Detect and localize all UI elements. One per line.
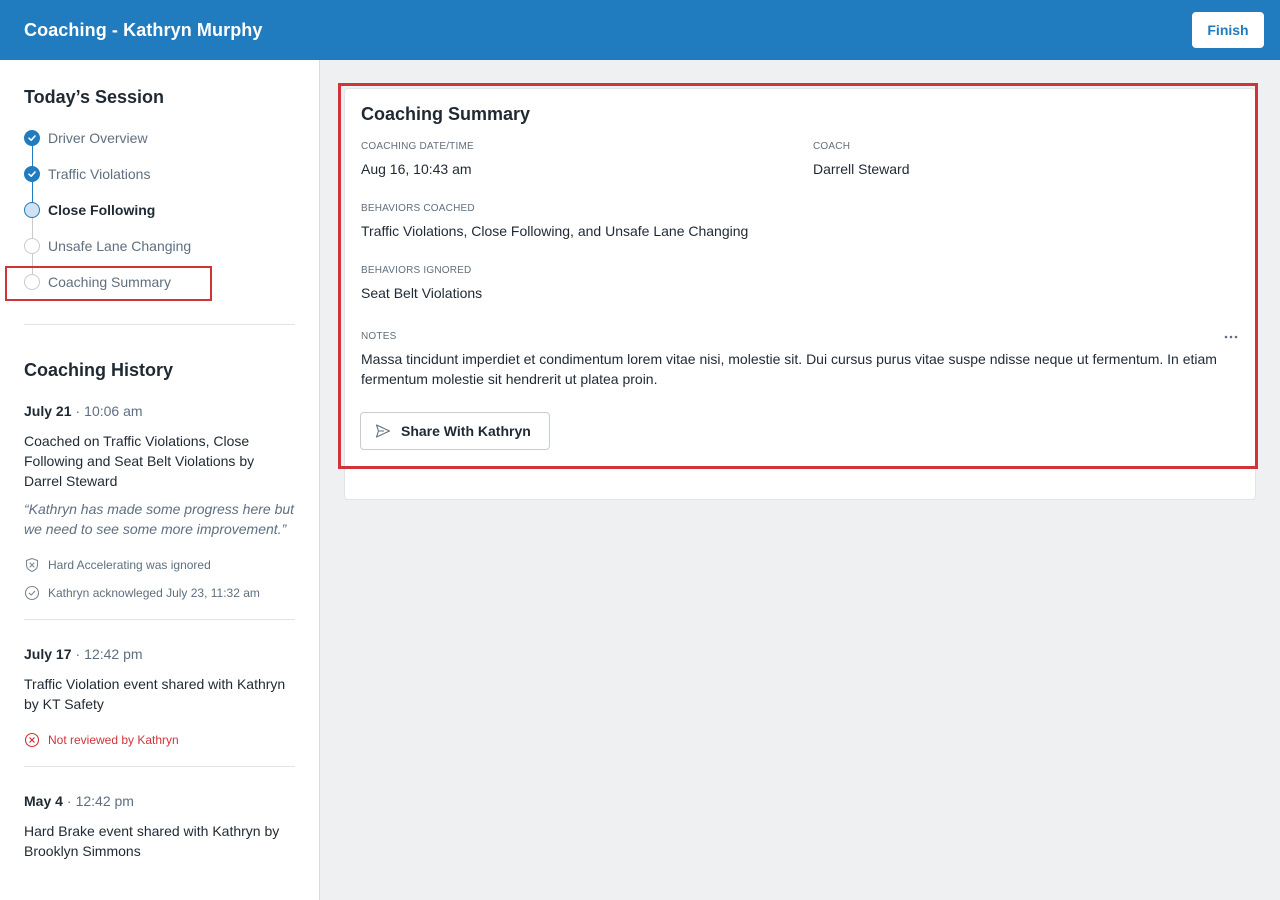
date-label: COACHING DATE/TIME (361, 141, 474, 152)
history-entry: July 21 · 10:06 am Coached on Traffic Viol… (24, 403, 295, 603)
history-text: Traffic Violation event shared with Kath… (24, 676, 286, 712)
step-close-following[interactable]: Close Following (24, 192, 295, 228)
top-bar: Coaching - Kathryn Murphy Finish (0, 0, 1280, 60)
history-title: Coaching History (24, 360, 174, 380)
step-coaching-summary[interactable]: Coaching Summary (24, 264, 295, 300)
more-options-icon[interactable] (1223, 329, 1239, 345)
x-circle-icon (24, 732, 40, 748)
notes-label: NOTES (361, 331, 397, 342)
check-circle-icon (24, 585, 40, 601)
ignored-value: Seat Belt Violations (361, 285, 483, 301)
coach-value: Darrell Steward (813, 161, 910, 177)
date-value: Aug 16, 10:43 am (361, 161, 472, 177)
step-driver-overview[interactable]: Driver Overview (24, 120, 295, 156)
check-icon (24, 166, 40, 182)
summary-title: Coaching Summary (361, 104, 531, 124)
empty-circle-icon (24, 238, 40, 254)
history-meta: Not reviewed by Kathryn (24, 730, 295, 750)
page-title: Coaching - Kathryn Murphy (24, 19, 263, 40)
step-label: Close Following (48, 202, 156, 218)
step-unsafe-lane-changing[interactable]: Unsafe Lane Changing (24, 228, 295, 264)
history-date: May 4 · 12:42 pm (24, 793, 134, 809)
history-entry: July 17 · 12:42 pm Traffic Violation event… (24, 646, 295, 750)
empty-circle-icon (24, 274, 40, 290)
step-label: Coaching Summary (48, 274, 171, 290)
history-date: July 17 · 12:42 pm (24, 646, 143, 662)
summary-card: Coaching Summary COACHING DATE/TIME Aug … (344, 88, 1256, 500)
step-label: Traffic Violations (48, 166, 151, 182)
notes-value: Massa tincidunt imperdiet et condimentum… (361, 351, 1217, 387)
divider (24, 766, 295, 767)
send-icon (375, 424, 391, 438)
divider (24, 324, 295, 325)
main-content: Coaching Summary COACHING DATE/TIME Aug … (320, 60, 1280, 900)
coached-value: Traffic Violations, Close Following, and… (361, 223, 749, 239)
coach-label: COACH (813, 141, 851, 152)
divider (24, 619, 295, 620)
step-traffic-violations[interactable]: Traffic Violations (24, 156, 295, 192)
history-text: Coached on Traffic Violations, Close Fol… (24, 433, 255, 489)
sidebar: Today’s Session Driver Overview Traffic … (0, 60, 320, 900)
finish-button[interactable]: Finish (1192, 12, 1264, 48)
history-meta: Hard Accelerating was ignored (24, 555, 295, 575)
step-label: Driver Overview (48, 130, 148, 146)
history-text: Hard Brake event shared with Kathryn by … (24, 823, 280, 859)
step-label: Unsafe Lane Changing (48, 238, 192, 254)
history-entry: May 4 · 12:42 pm Hard Brake event shared w… (24, 793, 295, 861)
session-title: Today’s Session (24, 87, 165, 107)
history-date: July 21 · 10:06 am (24, 403, 143, 419)
check-icon (24, 130, 40, 146)
session-steps: Driver Overview Traffic Violations Close… (24, 120, 295, 300)
share-button[interactable]: Share With Kathryn (360, 412, 550, 450)
history-meta: Kathryn acknowleged July 23, 11:32 am (24, 583, 295, 603)
current-step-icon (24, 202, 40, 218)
shield-x-icon (25, 557, 39, 573)
coached-label: BEHAVIORS COACHED (361, 203, 475, 214)
history-quote: “Kathryn has made some progress here but… (24, 501, 295, 537)
ignored-label: BEHAVIORS IGNORED (361, 265, 472, 276)
